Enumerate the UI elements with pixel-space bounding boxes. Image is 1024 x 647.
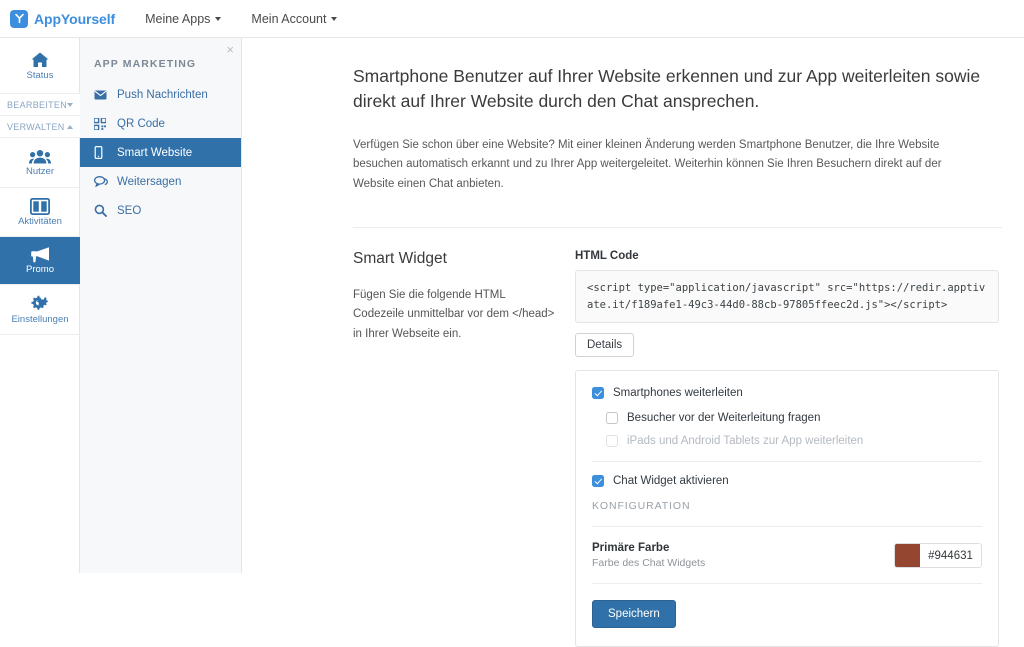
users-icon xyxy=(29,149,51,165)
secondary-nav-panel: × APP MARKETING Push Nachrichten QR Code xyxy=(80,38,242,573)
details-button[interactable]: Details xyxy=(575,333,635,358)
nav-item-mein-account[interactable]: Mein Account xyxy=(251,11,338,26)
sidebar-item-status-label: Status xyxy=(26,69,54,81)
checkbox-row-smartphones-weiterleiten[interactable]: Smartphones weiterleiten xyxy=(592,387,982,400)
save-divider xyxy=(592,583,982,585)
checkbox-tablets-weiterleiten xyxy=(606,435,618,448)
envelope-icon xyxy=(94,90,110,100)
main-content: Smartphone Benutzer auf Ihrer Website er… xyxy=(243,38,1024,647)
subnav-item-push-nachrichten[interactable]: Push Nachrichten xyxy=(80,80,241,109)
color-swatch[interactable] xyxy=(895,544,920,568)
checkbox-row-tablets-weiterleiten: iPads und Android Tablets zur App weiter… xyxy=(606,435,982,448)
checkbox-row-chat-widget-aktivieren[interactable]: Chat Widget aktivieren xyxy=(592,475,982,488)
sidebar-section-bearbeiten-label: BEARBEITEN xyxy=(7,99,68,110)
top-navbar: AppYourself Meine Apps Mein Account xyxy=(0,0,1024,38)
appyourself-logo-icon xyxy=(10,9,28,28)
subnav-item-seo[interactable]: SEO xyxy=(80,196,241,225)
subnav-item-weitersagen-label: Weitersagen xyxy=(117,175,182,188)
sidebar-item-promo[interactable]: Promo xyxy=(0,237,80,285)
columns-icon xyxy=(30,197,50,215)
chevron-down-icon xyxy=(215,16,222,21)
nav-item-mein-account-label: Mein Account xyxy=(251,11,327,26)
sidebar-section-verwalten[interactable]: VERWALTEN xyxy=(0,116,80,138)
checkbox-smartphones-weiterleiten[interactable] xyxy=(592,387,604,400)
options-panel: Smartphones weiterleiten Besucher vor de… xyxy=(575,370,999,647)
chevron-down-icon xyxy=(331,16,338,21)
nav-item-meine-apps[interactable]: Meine Apps xyxy=(145,11,222,26)
gears-icon xyxy=(30,295,51,313)
caret-down-icon xyxy=(67,102,74,107)
checkbox-tablets-weiterleiten-label: iPads und Android Tablets zur App weiter… xyxy=(627,435,864,448)
checkbox-row-besucher-fragen[interactable]: Besucher vor der Weiterleitung fragen xyxy=(606,412,982,425)
smart-widget-description: Fügen Sie die folgende HTML Codezeile un… xyxy=(353,288,555,340)
subnav-item-smart-website-label: Smart Website xyxy=(117,146,193,159)
subnav-item-smart-website[interactable]: Smart Website xyxy=(80,138,241,167)
color-hex-input[interactable]: #944631 xyxy=(920,544,981,567)
sidebar-item-aktivitaeten-label: Aktivitäten xyxy=(18,215,62,227)
color-picker-field[interactable]: #944631 xyxy=(894,543,982,569)
configuration-heading: KONFIGURATION xyxy=(592,500,691,513)
html-code-snippet[interactable]: <script type="application/javascript" sr… xyxy=(575,269,999,324)
subnav-item-qr-code-label: QR Code xyxy=(117,117,165,130)
home-icon xyxy=(30,51,50,69)
smart-widget-heading: Smart Widget xyxy=(353,249,447,267)
sidebar-item-nutzer[interactable]: Nutzer xyxy=(0,138,80,188)
sidebar-section-verwalten-label: VERWALTEN xyxy=(7,121,65,132)
smart-widget-info-column: Smart Widget Fügen Sie die folgende HTML… xyxy=(353,250,575,647)
megaphone-icon xyxy=(29,246,51,263)
subnav-item-seo-label: SEO xyxy=(117,204,142,217)
comments-icon xyxy=(94,176,110,187)
sidebar-section-bearbeiten[interactable]: BEARBEITEN xyxy=(0,94,80,116)
html-code-label: HTML Code xyxy=(575,249,639,262)
page-header: Smartphone Benutzer auf Ihrer Website er… xyxy=(243,38,1024,195)
sidebar-item-aktivitaeten[interactable]: Aktivitäten xyxy=(0,188,80,237)
configuration-divider xyxy=(592,526,982,528)
checkbox-chat-widget-aktivieren[interactable] xyxy=(592,475,604,488)
brand-logo[interactable]: AppYourself xyxy=(10,9,116,28)
subnav-item-qr-code[interactable]: QR Code xyxy=(80,109,241,138)
subnav-item-weitersagen[interactable]: Weitersagen xyxy=(80,167,241,196)
brand-text: AppYourself xyxy=(34,10,116,27)
checkbox-smartphones-weiterleiten-label: Smartphones weiterleiten xyxy=(613,387,743,400)
sidebar-item-einstellungen-label: Einstellungen xyxy=(11,313,69,325)
secondary-nav-title: APP MARKETING xyxy=(94,58,197,70)
page-description: Verfügen Sie schon über eine Website? Mi… xyxy=(353,138,942,191)
sidebar-item-promo-label: Promo xyxy=(26,264,54,276)
sidebar-item-status[interactable]: Status xyxy=(0,38,80,94)
options-divider xyxy=(592,461,982,463)
save-button[interactable]: Speichern xyxy=(592,600,676,629)
subnav-item-push-nachrichten-label: Push Nachrichten xyxy=(117,88,208,101)
smart-widget-config-column: HTML Code <script type="application/java… xyxy=(575,250,999,647)
caret-up-icon xyxy=(67,124,73,129)
primary-color-setting: Primäre Farbe Farbe des Chat Widgets #94… xyxy=(592,540,982,569)
primary-color-sublabel: Farbe des Chat Widgets xyxy=(592,557,706,570)
qrcode-icon xyxy=(94,117,110,130)
checkbox-chat-widget-aktivieren-label: Chat Widget aktivieren xyxy=(613,475,729,488)
nav-item-meine-apps-label: Meine Apps xyxy=(145,11,211,26)
smart-widget-section: Smart Widget Fügen Sie die folgende HTML… xyxy=(243,228,1024,647)
sidebar-item-einstellungen[interactable]: Einstellungen xyxy=(0,285,80,335)
primary-color-name: Primäre Farbe xyxy=(592,542,670,555)
close-icon[interactable]: × xyxy=(226,43,234,56)
checkbox-besucher-fragen-label: Besucher vor der Weiterleitung fragen xyxy=(627,412,821,425)
sidebar-item-nutzer-label: Nutzer xyxy=(26,165,54,177)
search-icon xyxy=(94,204,110,217)
primary-color-labels: Primäre Farbe Farbe des Chat Widgets xyxy=(592,542,705,569)
mobile-phone-icon xyxy=(94,146,110,159)
page-title: Smartphone Benutzer auf Ihrer Website er… xyxy=(353,66,981,111)
checkbox-besucher-fragen[interactable] xyxy=(606,412,618,425)
icon-sidebar: Status BEARBEITEN VERWALTEN Nutzer Aktiv… xyxy=(0,38,80,573)
